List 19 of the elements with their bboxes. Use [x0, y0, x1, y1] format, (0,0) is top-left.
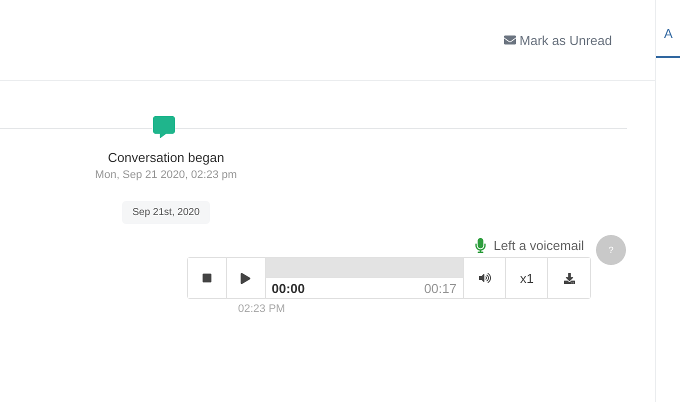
download-icon	[564, 272, 575, 284]
avatar: ?	[596, 235, 626, 265]
play-icon	[240, 272, 252, 284]
voicemail-label: Left a voicemail	[494, 238, 584, 253]
microphone-icon	[472, 238, 488, 253]
tab[interactable]: A	[656, 26, 680, 58]
message-time: 02:23 PM	[238, 303, 286, 315]
date-pill: Sep 21st, 2020	[122, 201, 210, 224]
mark-as-unread-link[interactable]: Mark as Unread	[504, 32, 612, 48]
stop-icon	[202, 273, 212, 283]
envelope-icon	[504, 34, 516, 46]
current-time: 00:00	[272, 280, 305, 296]
stop-button[interactable]	[188, 258, 227, 298]
progress-track[interactable]	[266, 258, 463, 278]
duration: 00:17	[424, 280, 457, 296]
speaker-icon	[478, 272, 491, 284]
event-title: Conversation began	[108, 150, 224, 165]
chat-bubble-icon	[153, 116, 175, 138]
event-time: Mon, Sep 21 2020, 02:23 pm	[95, 169, 237, 181]
